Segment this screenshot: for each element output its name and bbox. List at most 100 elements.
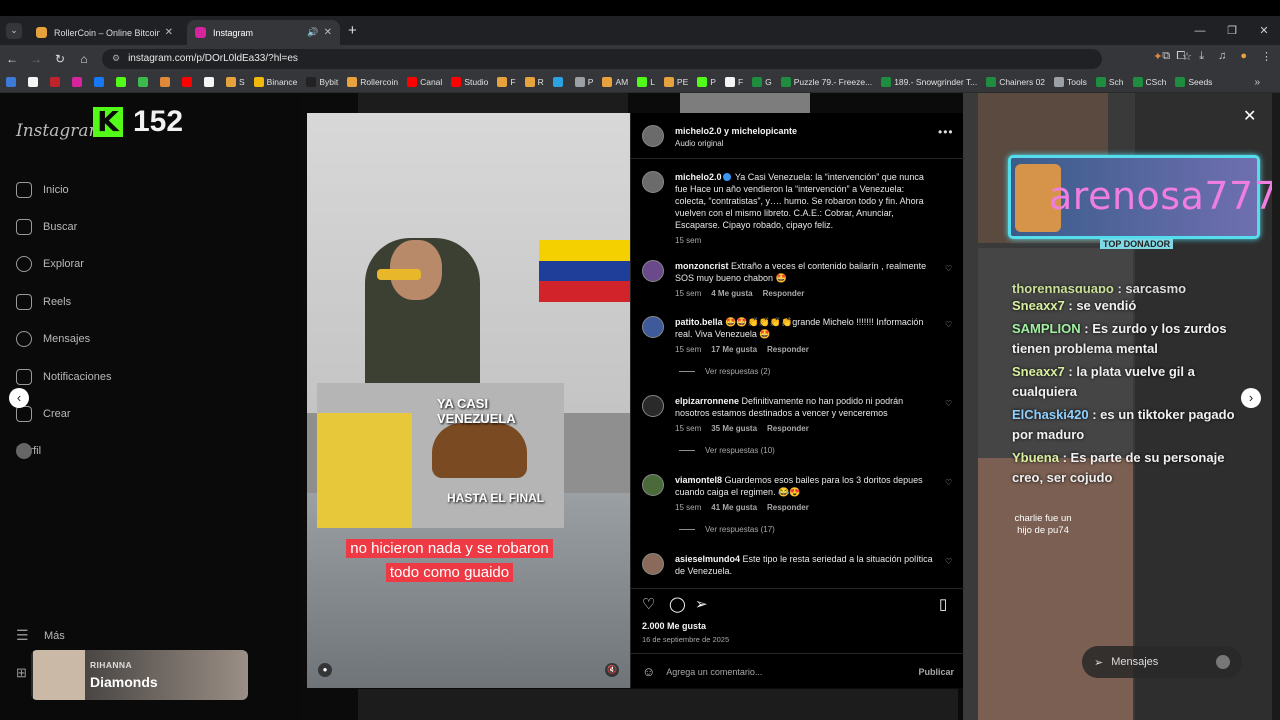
comment-username[interactable]: viamontel8	[675, 475, 722, 485]
sidebar-item-explorar[interactable]: Explorar	[16, 246, 111, 283]
previous-post-button[interactable]: ‹	[9, 388, 29, 408]
avatar[interactable]	[642, 395, 664, 417]
tab-instagram[interactable]: Instagram 🔊 ✕	[187, 20, 340, 45]
view-replies-button[interactable]: Ver respuestas (2)	[679, 367, 770, 376]
bookmark-item[interactable]	[182, 77, 195, 87]
save-icon[interactable]: ▯	[939, 595, 947, 613]
bookmark-item[interactable]	[72, 77, 85, 87]
reel-video[interactable]: YA CASI VENEZUELA HASTA EL FINAL no hici…	[307, 113, 630, 688]
like-icon[interactable]: ♡	[642, 595, 655, 613]
bookmark-item[interactable]: P	[697, 77, 716, 87]
bookmark-item[interactable]: PE	[663, 77, 688, 87]
close-tab-icon[interactable]: ✕	[165, 27, 173, 38]
comment-like-icon[interactable]: ♡	[945, 320, 952, 329]
sidebar-item-perfil[interactable]: Perfil	[16, 433, 111, 470]
extension-icon[interactable]: ✦	[1153, 50, 1162, 63]
comment-likes[interactable]: 41 Me gusta	[711, 503, 757, 512]
bookmark-item[interactable]: G	[752, 77, 772, 87]
publish-button[interactable]: Publicar	[918, 667, 954, 677]
home-icon[interactable]: ⌂	[72, 52, 96, 66]
next-post-button[interactable]: ›	[1241, 388, 1261, 408]
comment-username[interactable]: patito.bella	[675, 317, 723, 327]
bookmark-item[interactable]: Tools	[1054, 77, 1087, 87]
tab-search-button[interactable]: ⌄	[6, 22, 22, 39]
bookmark-item[interactable]	[204, 77, 217, 87]
reply-button[interactable]: Responder	[767, 503, 809, 512]
site-info-icon[interactable]: ⚙	[112, 53, 120, 64]
comment-icon[interactable]: ◯	[669, 595, 686, 613]
bookmark-item[interactable]	[6, 77, 19, 87]
bookmark-item[interactable]: Bybit	[306, 77, 338, 87]
bookmark-item[interactable]: F	[497, 77, 516, 87]
bookmark-item[interactable]: Chainers 02	[986, 77, 1045, 87]
minimize-icon[interactable]: —	[1184, 25, 1216, 37]
bookmark-item[interactable]: S	[226, 77, 245, 87]
new-tab-button[interactable]: +	[348, 22, 357, 39]
mute-icon[interactable]: 🔇	[605, 663, 619, 677]
avatar[interactable]	[642, 125, 664, 147]
bookmark-item[interactable]: Binance	[253, 77, 297, 87]
bookmark-item[interactable]: AM	[602, 77, 628, 87]
avatar[interactable]	[642, 260, 664, 282]
sidebar-item-inicio[interactable]: Inicio	[16, 171, 111, 208]
bookmark-item[interactable]: R	[524, 77, 544, 87]
sidebar-item-buscar[interactable]: Buscar	[16, 208, 111, 245]
tagged-users-icon[interactable]: ●	[318, 663, 332, 677]
download-icon[interactable]: ⤓	[1199, 50, 1204, 63]
comment-like-icon[interactable]: ♡	[945, 478, 952, 487]
comment-username[interactable]: elpizarronnene	[675, 396, 739, 406]
bookmark-item[interactable]	[116, 77, 129, 87]
comment-username[interactable]: monzoncrist	[675, 261, 729, 271]
back-icon[interactable]: ←	[0, 52, 24, 66]
url-bar[interactable]: ⚙ instagram.com/p/DOrL0ldEa33/?hl=es	[102, 48, 1102, 69]
bookmark-item[interactable]	[50, 77, 63, 87]
media-icon[interactable]: ♫	[1218, 50, 1226, 63]
bookmark-item[interactable]: Seeds	[1175, 77, 1212, 87]
sidebar-item-crear[interactable]: Crear	[16, 395, 111, 432]
tab-rollercoin[interactable]: RollerCoin – Online Bitcoin Mi… ✕	[28, 20, 181, 45]
bookmark-item[interactable]: Studio	[451, 77, 488, 87]
reload-icon[interactable]: ↻	[48, 52, 72, 66]
bookmark-item[interactable]	[138, 77, 151, 87]
more-bookmarks-icon[interactable]: »	[1254, 77, 1260, 88]
avatar[interactable]	[642, 474, 664, 496]
reply-button[interactable]: Responder	[763, 289, 805, 298]
comment-likes[interactable]: 17 Me gusta	[711, 345, 757, 354]
menu-icon[interactable]: ⋮	[1261, 50, 1272, 63]
bookmark-item[interactable]: Puzzle 79.- Freeze...	[780, 77, 872, 87]
speaker-icon[interactable]: 🔊	[307, 27, 318, 38]
sidebar-item-mensajes[interactable]: Mensajes	[16, 321, 111, 358]
page-scrollbar[interactable]	[1272, 93, 1280, 720]
sidebar-item-reels[interactable]: Reels	[16, 283, 111, 320]
comment-like-icon[interactable]: ♡	[945, 557, 952, 566]
comment-username[interactable]: asieselmundo4	[675, 554, 740, 564]
bookmark-item[interactable]	[94, 77, 107, 87]
close-modal-icon[interactable]: ✕	[1243, 106, 1256, 126]
bookmark-item[interactable]: Rollercoin	[347, 77, 398, 87]
emoji-icon[interactable]: ☺	[642, 664, 655, 679]
post-author[interactable]: michelo2.0 y michelopicante	[675, 126, 797, 136]
bookmark-item[interactable]: Sch	[1095, 77, 1124, 87]
caption-username[interactable]: michelo2.0	[675, 172, 722, 182]
likes-count[interactable]: 2.000 Me gusta	[642, 621, 706, 631]
reply-button[interactable]: Responder	[767, 424, 809, 433]
share-icon[interactable]: ➢	[695, 595, 708, 613]
restore-icon[interactable]: ❐	[1216, 24, 1248, 37]
bookmark-item[interactable]: P	[574, 77, 593, 87]
bookmark-item[interactable]	[160, 77, 173, 87]
comment-like-icon[interactable]: ♡	[945, 399, 952, 408]
reply-button[interactable]: Responder	[767, 345, 809, 354]
close-window-icon[interactable]: ✕	[1248, 24, 1280, 37]
puzzle-icon[interactable]: ⧠	[1176, 50, 1185, 63]
profile-icon[interactable]: ●	[1240, 50, 1247, 63]
bookmark-item[interactable]	[552, 77, 566, 87]
bookmark-item[interactable]: F	[724, 77, 743, 87]
bookmark-item[interactable]: L	[637, 77, 655, 87]
avatar[interactable]	[642, 171, 664, 193]
view-replies-button[interactable]: Ver respuestas (10)	[679, 446, 775, 455]
comment-likes[interactable]: 4 Me gusta	[711, 289, 752, 298]
more-options-icon[interactable]: •••	[938, 125, 954, 139]
view-replies-button[interactable]: Ver respuestas (17)	[679, 525, 775, 534]
close-tab-icon[interactable]: ✕	[324, 27, 332, 38]
messages-button[interactable]: ➢ Mensajes	[1082, 646, 1242, 678]
